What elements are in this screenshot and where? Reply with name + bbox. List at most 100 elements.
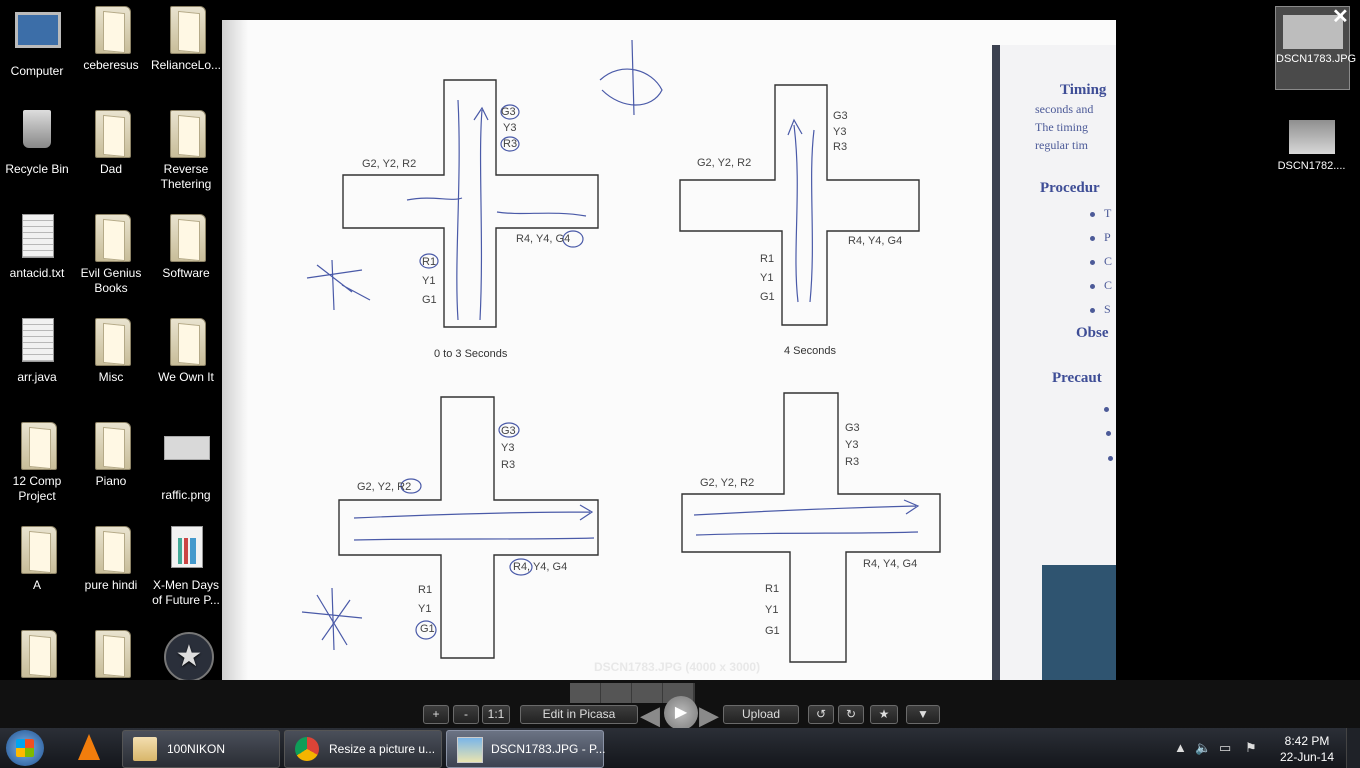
desktop-icon[interactable]: raffic.png (149, 422, 223, 503)
chart-icon (164, 526, 208, 576)
desktop-icon-label: Computer (10, 64, 64, 78)
tray-expand-icon[interactable]: ▲ (1174, 740, 1187, 755)
desktop-icon-label: A (32, 578, 41, 592)
close-icon[interactable]: ✕ (1332, 4, 1349, 29)
volume-icon[interactable]: 🔈 (1195, 740, 1211, 756)
desktop-icon-label: Software (162, 266, 210, 280)
desktop-icon[interactable]: Dad (74, 110, 148, 177)
pen-scribble-2 (301, 587, 363, 651)
action-center-flag-icon[interactable]: ⚑ (1245, 740, 1257, 756)
clock[interactable]: 8:42 PM 22-Jun-14 (1272, 733, 1342, 765)
book-bullet-text-3: C (1104, 254, 1113, 268)
book-heading-timing: Timing (1060, 82, 1107, 98)
doc-icon (15, 214, 59, 264)
zoom-in-button[interactable]: + (423, 705, 449, 724)
desktop-icon[interactable]: A (0, 526, 74, 593)
start-button[interactable] (6, 730, 44, 766)
folder-shape (95, 526, 131, 574)
zoom-out-button[interactable]: - (453, 705, 479, 724)
book-bullet (1090, 260, 1095, 265)
next-arrow-icon[interactable]: ▶ (699, 700, 719, 731)
desktop-icon[interactable]: Computer (0, 6, 74, 79)
desktop-icon[interactable]: Recycle Bin (0, 110, 74, 177)
caption-top-right: 4 Seconds (784, 345, 836, 357)
desktop-icon[interactable]: We Own It (149, 318, 223, 385)
label-y1-tr: Y1 (760, 272, 774, 284)
label-r3-bl: R3 (501, 459, 516, 471)
desktop-icon[interactable]: Piano (74, 422, 148, 489)
task-label: 100NIKON (167, 742, 226, 756)
desktop-icon-label: Recycle Bin (5, 162, 69, 176)
label-r3-br: R3 (845, 456, 860, 468)
task-explorer[interactable]: 100NIKON (122, 730, 280, 768)
traffic-diagram (301, 39, 941, 663)
desktop-icon[interactable]: X-Men Days of Future P... (149, 526, 223, 608)
book-heading-precautions: Precaut (1052, 370, 1102, 386)
desktop-icon-label: X-Men Days of Future P... (152, 578, 220, 607)
more-options-button[interactable]: ▼ (906, 705, 940, 724)
task-chrome[interactable]: Resize a picture u... (284, 730, 442, 768)
desktop-icon[interactable]: ceberesus (74, 6, 148, 73)
pen-arrow-vertical-3 (787, 118, 815, 303)
folder-icon (164, 214, 208, 264)
rotate-right-button[interactable]: ↻ (838, 705, 864, 724)
task-picasa[interactable]: DSCN1783.JPG - P... (446, 730, 606, 768)
star-button[interactable]: ★ (870, 705, 898, 724)
folder-shape (95, 630, 131, 678)
desktop-icon[interactable]: RelianceLo... (149, 6, 223, 73)
thumbnail-label: DSCN1782.... (1277, 160, 1346, 172)
desktop-icon[interactable]: Misc (74, 318, 148, 385)
pen-arrow-horizontal-1 (406, 197, 587, 217)
photo-title: DSCN1783.JPG (4000 x 3000) (594, 660, 761, 674)
thumbnail-next[interactable]: DSCN1782.... (1275, 120, 1348, 172)
vlc-icon[interactable] (78, 734, 100, 760)
upload-button[interactable]: Upload (723, 705, 799, 724)
network-icon[interactable]: ▭ (1219, 740, 1231, 756)
pen-scribble-1 (306, 259, 371, 311)
desktop-icon[interactable] (0, 630, 74, 682)
label-r1-bl: R1 (418, 584, 433, 596)
label-west-br: G2, Y2, R2 (700, 477, 755, 489)
edit-in-picasa-button[interactable]: Edit in Picasa (520, 705, 638, 724)
show-desktop-button[interactable] (1346, 728, 1360, 768)
intersection-top-right (679, 84, 920, 326)
caption-top-left: 0 to 3 Seconds (434, 348, 508, 360)
rotate-left-button[interactable]: ↺ (808, 705, 834, 724)
book-bullet (1106, 431, 1111, 436)
folder-icon (89, 214, 133, 264)
desktop-icon[interactable]: pure hindi (74, 526, 148, 593)
image-viewer-icon (457, 737, 483, 763)
prev-arrow-icon[interactable]: ◀ (640, 700, 660, 731)
actual-size-button[interactable]: 1:1 (482, 705, 510, 724)
thumbnail-label: DSCN1783.JPG (1276, 53, 1357, 65)
desktop-icon[interactable]: Software (149, 214, 223, 281)
book-heading-procedure: Procedur (1040, 180, 1100, 196)
image-shape (164, 436, 210, 460)
clock-date: 22-Jun-14 (1279, 750, 1335, 764)
desktop-icon[interactable]: Evil Genius Books (74, 214, 148, 296)
play-button[interactable]: ▶ (664, 696, 698, 730)
desktop-icon-label: Dad (99, 162, 122, 176)
computer-icon (15, 12, 61, 62)
desktop-icon[interactable]: Reverse Thetering (149, 110, 223, 192)
folder-shape (21, 630, 57, 678)
photo-view[interactable]: G3 Y3 R3 G2, Y2, R2 R4, Y4, G4 R1 Y1 G1 … (222, 20, 1116, 680)
desktop-icon[interactable]: antacid.txt (0, 214, 74, 281)
image-icon (164, 436, 210, 486)
label-west-tr: G2, Y2, R2 (697, 157, 752, 169)
chart-shape (171, 526, 203, 568)
folder-shape (170, 214, 206, 262)
intersection-bottom-left (338, 396, 599, 659)
desktop-icon-label: 12 Comp Project (12, 474, 62, 503)
label-r1-tr: R1 (760, 253, 775, 265)
desktop-icon[interactable] (74, 630, 148, 682)
folder-shape (95, 422, 131, 470)
folder-icon (89, 630, 133, 680)
label-g1-bl: G1 (420, 623, 435, 635)
book-line-2: The timing (1035, 120, 1088, 134)
desktop-icon[interactable]: arr.java (0, 318, 74, 385)
desktop-icon[interactable]: ★ (149, 630, 223, 684)
folder-shape (170, 6, 206, 54)
desktop-icon[interactable]: 12 Comp Project (0, 422, 74, 504)
label-r1-tl: R1 (422, 256, 437, 268)
